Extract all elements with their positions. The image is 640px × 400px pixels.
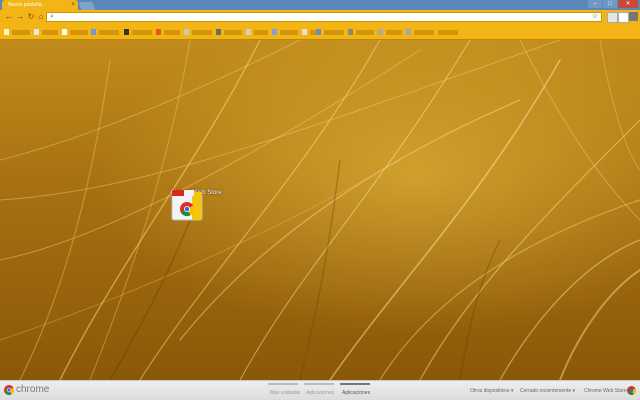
tab-most-visited[interactable]: Más visitadas [270,390,300,396]
extension-icon[interactable] [607,12,618,23]
tab-title: Nuevo pestaña [8,2,42,8]
nav-indicator [268,383,298,385]
bookmark-item[interactable] [132,30,152,35]
chrome-logo: chrome [4,384,49,395]
bookmark-icon [272,29,277,35]
grass-wallpaper [0,40,640,380]
bookmark-icon [246,29,251,35]
tab-apps[interactable]: Aplicaciones [306,390,334,396]
minimize-button[interactable]: – [588,0,602,8]
bookmark-item[interactable] [12,30,30,35]
bookmark-item[interactable] [356,30,374,35]
bookmark-icon [316,29,321,35]
bookmarks-bar [0,24,640,40]
bookmark-icon [124,29,129,35]
app-chrome-web-store[interactable]: Chrome Web Store [168,188,224,221]
bookmark-icon [406,29,411,35]
bookmark-icon [62,29,67,35]
ntp-footer: chrome Más visitadas Aplicaciones Aplica… [0,380,640,400]
bookmark-item[interactable] [224,30,242,35]
tab-new-tab[interactable]: Nuevo pestaña × [2,0,78,10]
tab-apps-active[interactable]: Aplicaciones [342,390,370,396]
bookmark-item[interactable] [280,30,298,35]
recently-closed-menu[interactable]: Cerrado recientemente ▾ [520,388,575,394]
chrome-web-store-icon [171,190,203,221]
brand-text: chrome [16,384,50,395]
bookmark-icon [4,29,9,35]
bookmark-item[interactable] [164,30,180,35]
web-store-icon[interactable] [627,386,636,395]
chrome-icon [4,384,14,395]
bookmark-item[interactable] [42,30,58,35]
gmail-icon[interactable] [618,12,629,23]
title-bar: Nuevo pestaña × – □ ✕ [0,0,640,10]
bookmark-item[interactable] [254,30,268,35]
new-tab-button[interactable] [78,2,96,10]
nav-indicator-active [340,383,370,385]
bookmark-icon [184,29,189,35]
window-controls: – □ ✕ [588,0,638,8]
nav-indicator [304,383,334,385]
bookmark-item[interactable] [414,30,434,35]
ntp-background: Chrome Web Store [0,40,640,380]
toolbar: ← → ↻ ⌂ ⌕ ☆ [0,10,640,24]
close-icon[interactable]: × [71,0,75,10]
bookmark-item[interactable] [386,30,402,35]
omnibox-input[interactable]: ⌕ ☆ [46,12,602,22]
bookmark-icon [302,29,307,35]
search-icon: ⌕ [50,13,54,20]
bookmark-icon [348,29,353,35]
bookmark-item[interactable] [70,30,88,35]
close-window-button[interactable]: ✕ [618,0,638,8]
star-icon[interactable]: ☆ [592,13,598,21]
bookmark-item[interactable] [192,30,212,35]
maximize-button[interactable]: □ [603,0,617,8]
bookmark-icon [378,29,383,35]
bookmark-icon [216,29,221,35]
other-devices-menu[interactable]: Otros dispositivos ▾ [470,388,513,394]
bookmark-icon [91,29,96,35]
web-store-link[interactable]: Chrome Web Store [584,388,627,394]
bookmark-icon [156,29,161,35]
bookmark-item[interactable] [99,30,119,35]
bookmark-icon [34,29,39,35]
bookmark-item[interactable] [438,30,458,35]
wrench-menu-icon[interactable] [629,12,638,21]
bookmark-item[interactable] [324,30,344,35]
